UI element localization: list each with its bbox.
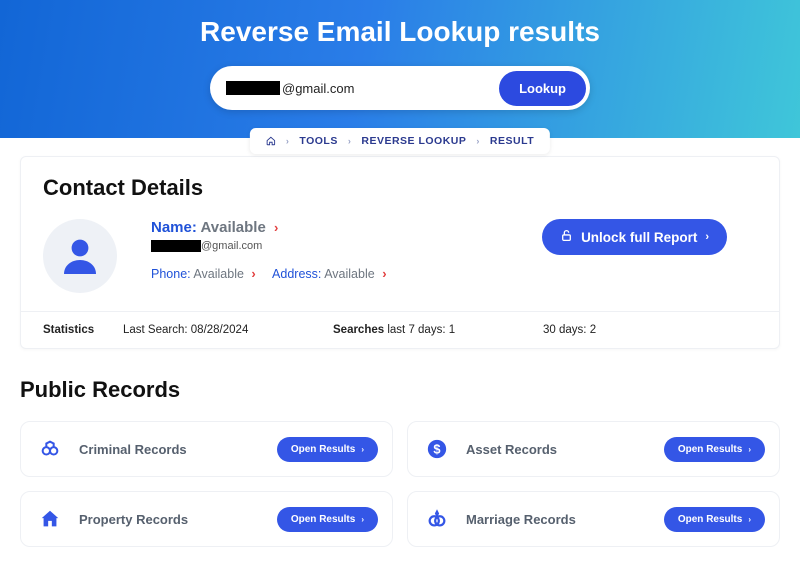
house-icon (35, 504, 65, 534)
chevron-right-icon: › (361, 445, 364, 454)
record-label: Property Records (79, 512, 277, 527)
record-marriage: Marriage Records Open Results › (407, 491, 780, 547)
name-label: Name: (151, 219, 197, 236)
search-bar[interactable]: @gmail.com Lookup (210, 66, 590, 110)
stats-label: Statistics (43, 324, 123, 336)
name-row[interactable]: Name: Available › (151, 219, 542, 236)
breadcrumb: › TOOLS › REVERSE LOOKUP › RESULT (250, 128, 550, 154)
hero-banner: Reverse Email Lookup results @gmail.com … (0, 0, 800, 138)
address-label: Address: (272, 267, 321, 281)
home-icon[interactable] (266, 136, 276, 146)
last-search-stat: Last Search: 08/28/2024 (123, 324, 333, 336)
unlock-report-button[interactable]: Unlock full Report › (542, 219, 727, 255)
breadcrumb-item[interactable]: RESULT (490, 135, 534, 147)
email-suffix: @gmail.com (201, 240, 262, 252)
lookup-button[interactable]: Lookup (499, 71, 586, 106)
breadcrumb-item[interactable]: REVERSE LOOKUP (361, 135, 466, 147)
records-grid: Criminal Records Open Results › $ Asset … (0, 421, 800, 567)
dollar-icon: $ (422, 434, 452, 464)
open-results-button[interactable]: Open Results › (277, 507, 378, 532)
avatar (43, 219, 117, 293)
public-records-heading: Public Records (20, 377, 780, 403)
phone-address-row: Phone: Available › Address: Available › (151, 266, 542, 281)
contact-heading: Contact Details (21, 175, 779, 213)
phone-value: Available (193, 267, 244, 281)
chevron-right-icon: › (251, 266, 255, 281)
address-value: Available (324, 267, 375, 281)
contact-details-card: Contact Details Name: Available › @gmail… (20, 156, 780, 349)
record-label: Criminal Records (79, 442, 277, 457)
email-row: @gmail.com (151, 240, 542, 252)
open-results-button[interactable]: Open Results › (664, 507, 765, 532)
person-silhouette-icon (56, 232, 104, 280)
searches-30d-stat: 30 days: 2 (543, 324, 596, 336)
open-results-button[interactable]: Open Results › (664, 437, 765, 462)
open-results-button[interactable]: Open Results › (277, 437, 378, 462)
breadcrumb-item[interactable]: TOOLS (299, 135, 337, 147)
chevron-right-icon: › (748, 445, 751, 454)
address-link[interactable]: Address: Available › (272, 267, 386, 281)
record-asset: $ Asset Records Open Results › (407, 421, 780, 477)
svg-text:$: $ (433, 442, 440, 457)
record-label: Marriage Records (466, 512, 664, 527)
statistics-bar: Statistics Last Search: 08/28/2024 Searc… (21, 311, 779, 348)
chevron-right-icon: › (274, 220, 278, 235)
chevron-right-icon: › (705, 231, 709, 243)
name-value: Available (200, 219, 265, 236)
handcuffs-icon (35, 434, 65, 464)
searches-7d-stat: Searches last 7 days: 1 (333, 324, 543, 336)
record-criminal: Criminal Records Open Results › (20, 421, 393, 477)
unlock-label: Unlock full Report (581, 230, 697, 245)
phone-link[interactable]: Phone: Available › (151, 267, 259, 281)
lock-icon (560, 229, 573, 245)
contact-info: Name: Available › @gmail.com Phone: Avai… (151, 219, 542, 281)
redacted-email-prefix (226, 81, 280, 95)
search-email-suffix: @gmail.com (280, 81, 499, 96)
record-label: Asset Records (466, 442, 664, 457)
chevron-right-icon: › (286, 136, 290, 146)
redacted-email-prefix (151, 240, 201, 252)
chevron-right-icon: › (361, 515, 364, 524)
chevron-right-icon: › (348, 136, 352, 146)
record-property: Property Records Open Results › (20, 491, 393, 547)
chevron-right-icon: › (748, 515, 751, 524)
rings-icon (422, 504, 452, 534)
page-title: Reverse Email Lookup results (0, 16, 800, 48)
chevron-right-icon: › (382, 266, 386, 281)
phone-label: Phone: (151, 267, 191, 281)
chevron-right-icon: › (476, 136, 480, 146)
